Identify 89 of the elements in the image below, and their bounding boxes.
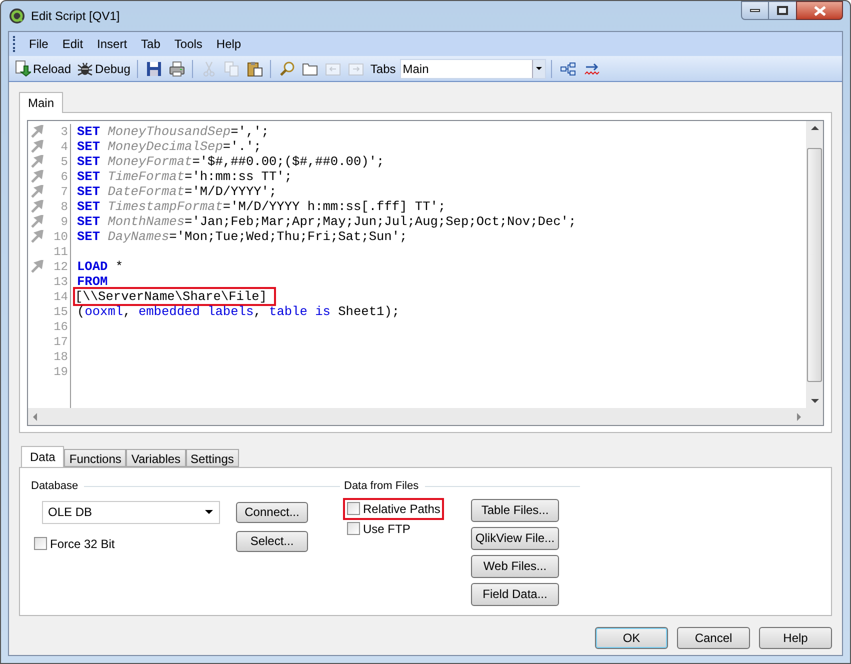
tabs-label: Tabs: [370, 60, 396, 78]
line-number: 10: [52, 228, 69, 246]
menu-item[interactable]: Tab: [135, 34, 166, 54]
button[interactable]: OK: [595, 627, 668, 649]
line-number: 3: [60, 124, 69, 140]
scroll-up-icon[interactable]: [810, 126, 818, 130]
code-line[interactable]: SET DayNames='Mon;Tue;Wed;Thu;Fri;Sat;Sun';: [76, 229, 408, 244]
button[interactable]: Select...: [236, 530, 308, 552]
code-line[interactable]: LOAD *: [76, 259, 124, 274]
tab[interactable]: Data: [21, 446, 64, 467]
menu-item[interactable]: Insert: [91, 34, 134, 54]
tab-right-icon: [348, 60, 364, 76]
line-number: 16: [52, 318, 69, 336]
scroll-thumb[interactable]: [807, 148, 822, 382]
syntax-check-icon: [584, 62, 600, 76]
code-line[interactable]: SET MoneyDecimalSep='.';: [76, 139, 262, 154]
checkbox[interactable]: Use FTP: [344, 518, 414, 538]
line-number: 11: [52, 244, 69, 260]
group-title: Data from Files: [344, 479, 419, 494]
line-number: 8: [60, 198, 69, 216]
print-icon: [168, 60, 185, 76]
line-number: 7: [60, 184, 69, 200]
maximize-icon: [777, 6, 788, 15]
button[interactable]: Table Files...: [471, 498, 559, 522]
line-number: 15: [52, 304, 69, 320]
line-number: 17: [52, 334, 69, 350]
toolbar-button[interactable]: Debug: [75, 58, 132, 80]
bug-icon: [77, 60, 94, 76]
checkbox[interactable]: Relative Paths: [344, 498, 444, 518]
code-line[interactable]: FROM: [76, 274, 109, 289]
code-line[interactable]: SET TimeFormat='h:mm:ss TT';: [76, 169, 294, 184]
dropdown-arrow-icon: [205, 510, 213, 514]
menu-item[interactable]: Help: [210, 34, 248, 54]
vertical-scrollbar[interactable]: [806, 121, 823, 408]
tab[interactable]: Main: [19, 92, 64, 113]
button[interactable]: Field Data...: [471, 582, 559, 606]
save-icon: [146, 60, 162, 76]
button[interactable]: Connect...: [236, 502, 308, 522]
button[interactable]: QlikView File...: [471, 526, 559, 550]
minimize-button[interactable]: [741, 1, 769, 20]
line-number: 19: [52, 364, 69, 380]
menu-item[interactable]: Tools: [168, 34, 208, 54]
tabs-dropdown[interactable]: Main: [400, 58, 546, 78]
minimize-icon: [750, 9, 760, 12]
line-number: 14: [52, 288, 69, 306]
line-number: 4: [60, 138, 69, 156]
code-line[interactable]: [\\ServerName\Share\File]: [74, 289, 268, 304]
horizontal-scrollbar[interactable]: [28, 408, 806, 425]
button[interactable]: Help: [759, 627, 832, 649]
line-number: 12: [52, 258, 69, 276]
close-button[interactable]: [796, 1, 843, 20]
button[interactable]: Cancel: [677, 627, 750, 649]
code-line[interactable]: SET MonthNames='Jan;Feb;Mar;Apr;May;Jun;Jul;Aug;Sep;Oct;Nov;Dec';: [76, 214, 578, 229]
group-title: Database: [31, 479, 78, 494]
code-line[interactable]: SET MoneyFormat='$#,##0.00;($#,##0.00)';: [76, 154, 386, 169]
window-title: Edit Script [QV1]: [31, 8, 120, 25]
scroll-down-icon[interactable]: [810, 399, 818, 403]
code-line[interactable]: (ooxml, embedded labels, table is Sheet1);: [76, 304, 401, 319]
line-number: 5: [60, 154, 69, 170]
cut-icon: [200, 60, 217, 76]
search-icon: [278, 60, 295, 76]
folder-icon: [302, 60, 318, 76]
tab-left-icon: [324, 60, 341, 76]
tab[interactable]: Variables: [126, 449, 186, 467]
database-dropdown[interactable]: OLE DB: [42, 500, 220, 524]
hierarchy-icon: [560, 62, 576, 76]
code-line[interactable]: SET TimestampFormat='M/D/YYYY h:mm:ss[.fff] TT';: [76, 199, 447, 214]
toolbar-button[interactable]: Reload: [13, 58, 74, 80]
copy-icon: [224, 60, 240, 76]
dropdown-value: OLE DB: [48, 504, 92, 521]
reload-icon: [15, 60, 31, 77]
menu-item[interactable]: File: [23, 34, 54, 54]
scroll-right-icon[interactable]: [797, 412, 801, 420]
line-number: 13: [52, 274, 69, 290]
tab[interactable]: Settings: [186, 449, 239, 467]
line-number: 6: [60, 168, 69, 186]
tab[interactable]: Functions: [64, 449, 126, 467]
checkbox[interactable]: Force 32 Bit: [31, 534, 118, 554]
app-logo-icon: [9, 8, 25, 24]
paste-icon: [246, 60, 263, 76]
scroll-left-icon[interactable]: [33, 412, 37, 420]
button[interactable]: Web Files...: [471, 554, 559, 578]
close-icon: [814, 6, 826, 16]
menu-item[interactable]: Edit: [56, 34, 90, 54]
line-number: 18: [52, 348, 69, 366]
code-line[interactable]: SET MoneyThousandSep=',';: [76, 124, 270, 139]
code-line[interactable]: SET DateFormat='M/D/YYYY';: [76, 184, 278, 199]
maximize-button[interactable]: [769, 1, 796, 20]
line-number: 9: [60, 214, 69, 230]
